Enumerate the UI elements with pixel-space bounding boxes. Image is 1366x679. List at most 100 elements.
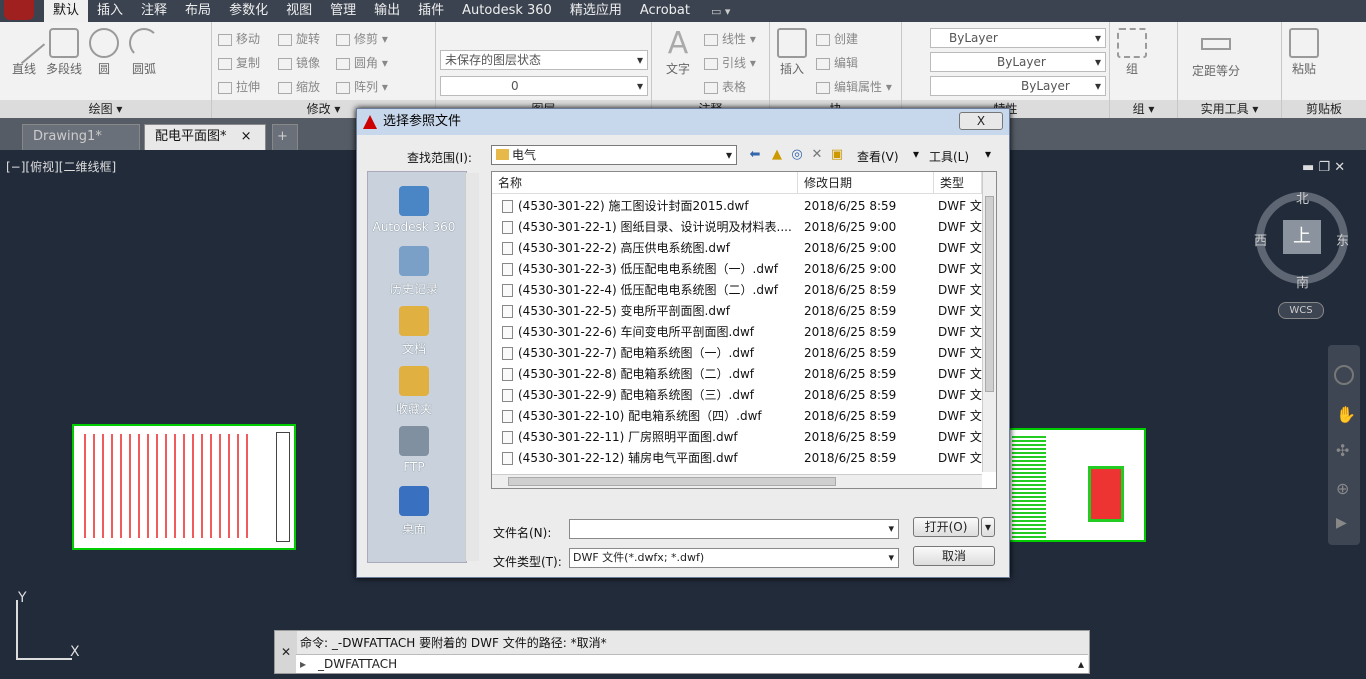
tools-dropdown-icon[interactable]: ▾ (985, 147, 991, 161)
edit-attributes-button[interactable]: 编辑属性 ▾ (816, 78, 892, 95)
file-row[interactable]: (4530-301-22-1) 图纸目录、设计说明及材料表.... 2018/6/… (492, 217, 982, 238)
menu-tab-8[interactable]: 插件 (409, 0, 453, 22)
measure-button[interactable]: 定距等分 (1186, 28, 1246, 79)
pan-icon[interactable]: ✋ (1336, 405, 1356, 424)
new-tab-button[interactable]: + (272, 124, 298, 150)
lineweight-dropdown[interactable]: ByLayer (930, 76, 1106, 96)
views-menu[interactable]: 查看(V) (857, 148, 899, 165)
scale-button[interactable]: 缩放 (278, 78, 320, 95)
place-0[interactable]: Autodesk 360 (368, 186, 460, 234)
menu-tab-4[interactable]: 参数化 (220, 0, 277, 22)
search-web-icon[interactable]: ◎ (789, 147, 805, 163)
filename-input[interactable] (569, 519, 899, 539)
look-in-dropdown[interactable]: 电气 (491, 145, 737, 165)
create-block-button[interactable]: 创建 (816, 30, 858, 47)
viewcube-top-face[interactable]: 上 (1283, 220, 1321, 254)
quick-access-dropdown-icon[interactable]: ▭ ▾ (711, 5, 730, 18)
column-type-header[interactable]: 类型 (934, 172, 982, 194)
groups-panel-title[interactable]: 组 ▾ (1110, 100, 1177, 118)
line-button[interactable]: 直线 (2, 21, 46, 77)
file-row[interactable]: (4530-301-22-12) 辅房电气平面图.dwf 2018/6/25 8:… (492, 448, 982, 469)
place-5[interactable]: 桌面 (368, 486, 460, 537)
clipboard-panel-title[interactable]: 剪贴板 (1282, 100, 1366, 118)
layer-state-dropdown[interactable]: 未保存的图层状态 (440, 50, 648, 70)
place-2[interactable]: 文档 (368, 306, 460, 357)
menu-tab-2[interactable]: 注释 (132, 0, 176, 22)
column-name-header[interactable]: 名称 (492, 172, 798, 194)
dialog-title-bar[interactable]: 选择参照文件 (357, 109, 1009, 135)
steering-wheel-icon[interactable] (1334, 365, 1354, 385)
back-icon[interactable]: ⬅ (747, 147, 763, 163)
stretch-button[interactable]: 拉伸 (218, 78, 260, 95)
file-row[interactable]: (4530-301-22-5) 变电所平剖面图.dwf 2018/6/25 8:5… (492, 301, 982, 322)
cancel-button[interactable]: 取消 (913, 546, 995, 566)
table-button[interactable]: 表格 (704, 78, 746, 95)
edit-block-button[interactable]: 编辑 (816, 54, 858, 71)
linetype-dropdown[interactable]: ByLayer (930, 52, 1106, 72)
paste-button[interactable]: 粘贴 (1284, 28, 1324, 77)
new-folder-icon[interactable]: ▣ (829, 147, 845, 163)
layer-dropdown[interactable]: 0 (440, 76, 648, 96)
file-row[interactable]: (4530-301-22-11) 厂房照明平面图.dwf 2018/6/25 8:… (492, 427, 982, 448)
orbit-icon[interactable]: ⊕ (1336, 479, 1349, 498)
menu-tab-1[interactable]: 插入 (88, 0, 132, 22)
mirror-button[interactable]: 镜像 (278, 54, 320, 71)
delete-icon[interactable]: ✕ (809, 147, 825, 163)
command-input[interactable]: ▸ _DWFATTACH ▴ (296, 654, 1088, 673)
arc-button[interactable]: 圆弧 (124, 28, 164, 77)
horizontal-scroll-thumb[interactable] (508, 477, 836, 486)
fillet-button[interactable]: 圆角 ▾ (336, 54, 388, 71)
group-button[interactable]: 组 (1112, 28, 1152, 77)
viewport-window-controls[interactable]: ▬ ❐ ✕ (1302, 160, 1345, 175)
menu-tab-0[interactable]: 默认 (44, 0, 89, 22)
file-row[interactable]: (4530-301-22-4) 低压配电电系统图（二）.dwf 2018/6/25… (492, 280, 982, 301)
color-dropdown[interactable]: ByLayer (930, 28, 1106, 48)
zoom-icon[interactable]: ✣ (1336, 441, 1349, 460)
navigation-bar[interactable]: ✋ ✣ ⊕ ▶ (1328, 345, 1360, 545)
leader-button[interactable]: 引线 ▾ (704, 54, 756, 71)
circle-button[interactable]: 圆 (84, 28, 124, 77)
menu-tab-5[interactable]: 视图 (277, 0, 321, 22)
command-close-icon[interactable]: ✕ (275, 631, 297, 673)
menu-tab-7[interactable]: 输出 (365, 0, 409, 22)
file-row[interactable]: (4530-301-22-6) 车间变电所平剖面图.dwf 2018/6/25 8… (492, 322, 982, 343)
menu-tab-11[interactable]: Acrobat (631, 0, 699, 22)
viewport-controls-label[interactable]: [−][俯视][二维线框] (6, 158, 116, 175)
place-4[interactable]: FTP (368, 426, 460, 474)
command-history-toggle-icon[interactable]: ▴ (1078, 655, 1084, 673)
file-row[interactable]: (4530-301-22-3) 低压配电电系统图（一）.dwf 2018/6/25… (492, 259, 982, 280)
open-button[interactable]: 打开(O) (913, 517, 979, 537)
file-row[interactable]: (4530-301-22) 施工图设计封面2015.dwf 2018/6/25 8… (492, 196, 982, 217)
move-button[interactable]: 移动 (218, 30, 260, 47)
vertical-scroll-thumb[interactable] (985, 196, 994, 392)
array-button[interactable]: 阵列 ▾ (336, 78, 388, 95)
tools-menu[interactable]: 工具(L) (929, 148, 969, 165)
copy-button[interactable]: 复制 (218, 54, 260, 71)
menu-tab-10[interactable]: 精选应用 (561, 0, 631, 22)
column-date-header[interactable]: 修改日期 (798, 172, 934, 194)
file-row[interactable]: (4530-301-22-10) 配电箱系统图（四）.dwf 2018/6/25 … (492, 406, 982, 427)
dialog-close-button[interactable]: X (959, 112, 1003, 130)
up-folder-icon[interactable]: ▲ (769, 147, 785, 163)
open-options-dropdown-icon[interactable]: ▾ (981, 517, 995, 537)
tab-power-plan[interactable]: 配电平面图* × (144, 124, 266, 150)
utilities-panel-title[interactable]: 实用工具 ▾ (1178, 100, 1281, 118)
tab-drawing1[interactable]: Drawing1* (22, 124, 140, 150)
file-row[interactable]: (4530-301-22-2) 高压供电系统图.dwf 2018/6/25 9:0… (492, 238, 982, 259)
file-list-horizontal-scrollbar[interactable] (492, 474, 982, 488)
place-1[interactable]: 历史记录 (368, 246, 460, 297)
places-scrollbar[interactable] (465, 173, 479, 561)
wcs-menu[interactable]: WCS (1278, 302, 1324, 319)
file-row[interactable]: (4530-301-22-7) 配电箱系统图（一）.dwf 2018/6/25 8… (492, 343, 982, 364)
app-menu-button[interactable] (0, 0, 44, 22)
views-dropdown-icon[interactable]: ▾ (913, 147, 919, 161)
text-button[interactable]: A 文字 (658, 28, 698, 77)
trim-button[interactable]: 修剪 ▾ (336, 30, 388, 47)
linear-dim-button[interactable]: 线性 ▾ (704, 30, 756, 47)
file-list-vertical-scrollbar[interactable] (982, 172, 996, 472)
menu-tab-3[interactable]: 布局 (176, 0, 220, 22)
close-tab-icon[interactable]: × (241, 129, 252, 144)
rotate-button[interactable]: 旋转 (278, 30, 320, 47)
place-3[interactable]: 收藏夹 (368, 366, 460, 417)
showmotion-icon[interactable]: ▶ (1336, 515, 1347, 531)
